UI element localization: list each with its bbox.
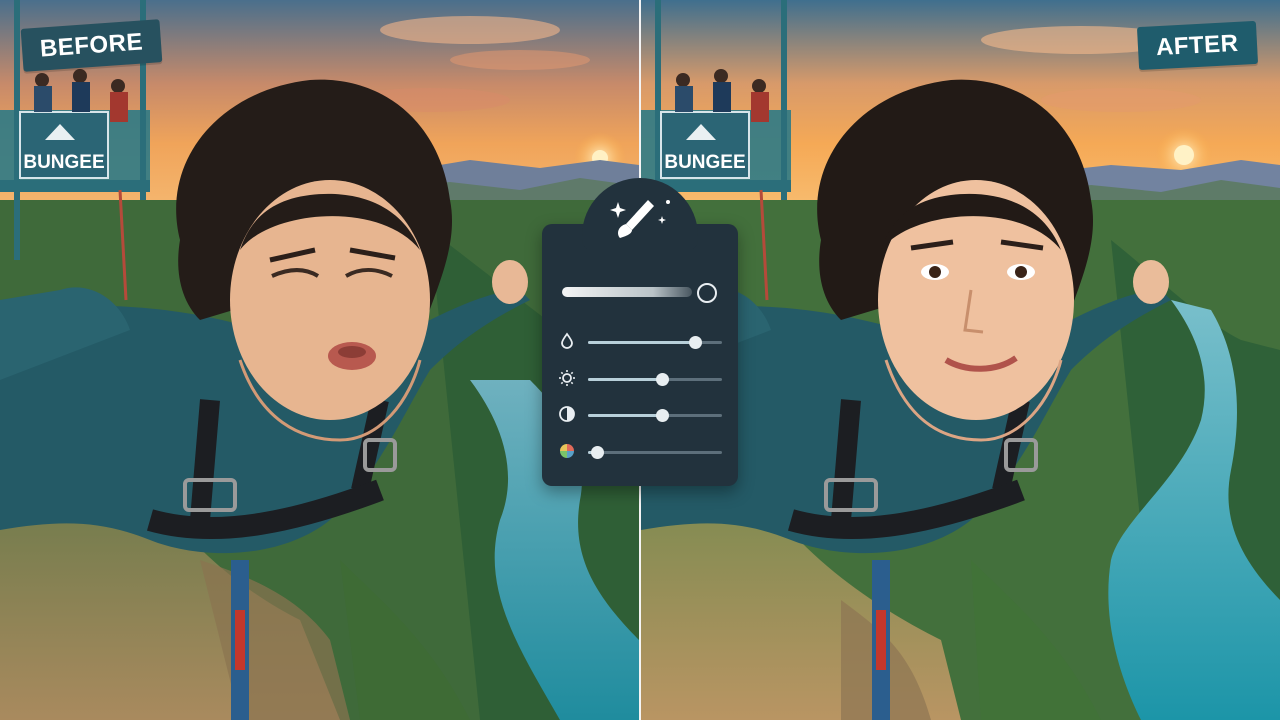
- slider-row-color[interactable]: [558, 442, 724, 462]
- brush-size-button[interactable]: [697, 283, 717, 303]
- slider-row-contrast[interactable]: [558, 405, 724, 425]
- brush-stroke-preview: [562, 287, 692, 297]
- bungee-sign-text: BUNGEE: [23, 152, 104, 173]
- slider-knob[interactable]: [655, 373, 669, 386]
- contrast-icon: [559, 406, 575, 422]
- color-wheel-icon: [560, 444, 574, 458]
- magic-brush-icon[interactable]: [598, 190, 682, 246]
- slider-knob[interactable]: [591, 446, 605, 459]
- slider-row-saturation[interactable]: [558, 332, 724, 352]
- slider-row-brightness[interactable]: [558, 369, 724, 389]
- slider-track[interactable]: [588, 446, 722, 459]
- slider-knob[interactable]: [655, 409, 669, 422]
- slider-track[interactable]: [588, 336, 722, 349]
- slider-track[interactable]: [588, 373, 722, 386]
- slider-knob[interactable]: [689, 336, 703, 349]
- bungee-sign-text-after: BUNGEE: [664, 152, 745, 173]
- after-label: AFTER: [1136, 20, 1258, 71]
- slider-track[interactable]: [588, 409, 722, 422]
- brightness-icon: [559, 370, 575, 386]
- droplet-icon: [561, 332, 573, 349]
